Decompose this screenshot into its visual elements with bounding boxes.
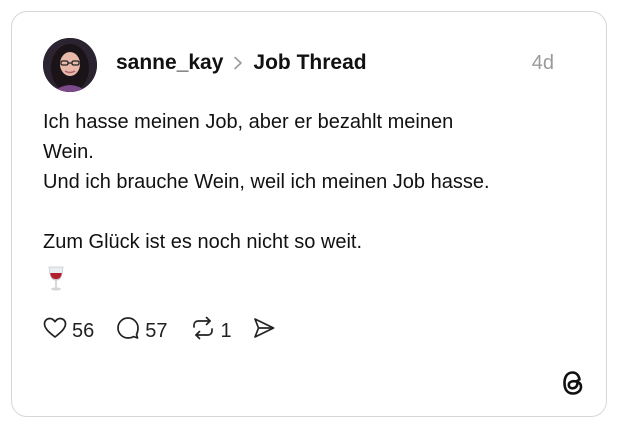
threads-logo-icon[interactable] <box>560 368 586 398</box>
wine-glass-emoji <box>47 266 65 292</box>
like-button[interactable]: 56 <box>43 317 94 345</box>
post-timestamp[interactable]: 4d <box>532 52 554 75</box>
post-card: sanne_kay Job Thread 4d Ich hasse meinen… <box>11 11 607 417</box>
post-line: Und ich brauche Wein, weil ich meinen Jo… <box>43 171 490 193</box>
chevron-right-icon <box>233 56 243 70</box>
repost-icon <box>190 316 216 346</box>
share-button[interactable] <box>252 317 276 345</box>
avatar[interactable] <box>43 38 97 92</box>
reply-button[interactable]: 57 <box>116 316 168 346</box>
heart-icon <box>43 317 67 345</box>
post-line: Wein. <box>43 141 94 163</box>
action-bar: 56 57 1 <box>43 316 276 346</box>
post-header: sanne_kay Job Thread <box>116 50 367 76</box>
post-body: Ich hasse meinen Job, aber er bezahlt me… <box>43 107 583 257</box>
send-icon <box>252 317 276 345</box>
reply-count: 57 <box>145 319 168 342</box>
post-line: Ich hasse meinen Job, aber er bezahlt me… <box>43 111 454 133</box>
repost-count: 1 <box>220 319 232 342</box>
post-line: Zum Glück ist es noch nicht so weit. <box>43 231 363 253</box>
thread-name[interactable]: Job Thread <box>253 51 366 75</box>
repost-button[interactable]: 1 <box>190 316 232 346</box>
like-count: 56 <box>72 319 95 342</box>
comment-bubble-icon <box>116 316 140 346</box>
username[interactable]: sanne_kay <box>116 51 223 75</box>
